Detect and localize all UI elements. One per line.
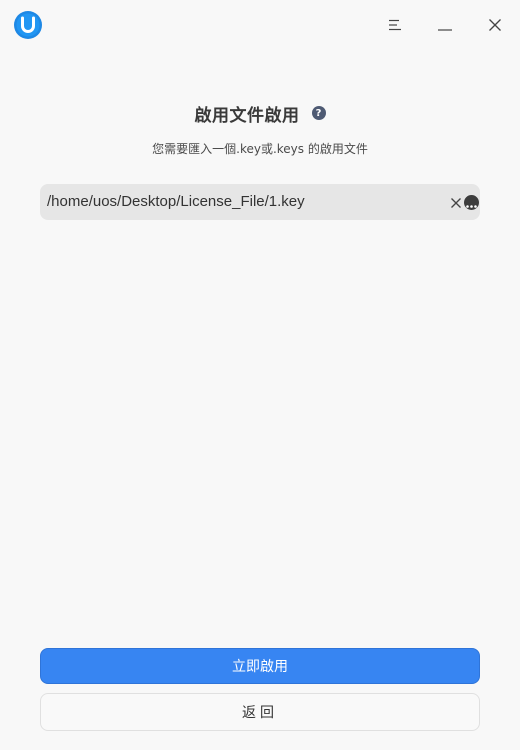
minimize-icon	[438, 16, 452, 35]
activate-now-button[interactable]: 立即啟用	[40, 648, 480, 684]
title-bar	[0, 0, 520, 50]
uos-logo-icon	[13, 10, 43, 40]
page-subtitle: 您需要匯入一個.key或.keys 的啟用文件	[152, 142, 368, 156]
back-button[interactable]: 返回	[40, 693, 480, 731]
menu-icon	[388, 16, 402, 35]
clear-path-button[interactable]	[448, 194, 464, 210]
close-button[interactable]	[480, 10, 510, 40]
clear-icon	[451, 193, 461, 212]
close-icon	[489, 16, 501, 35]
title-row: 啟用文件啟用 ?	[0, 100, 520, 126]
more-icon	[466, 193, 477, 212]
minimize-button[interactable]	[430, 10, 460, 40]
page-title: 啟用文件啟用	[194, 105, 300, 126]
license-path-field[interactable]: /home/uos/Desktop/License_File/1.key	[40, 184, 480, 220]
activation-window: 啟用文件啟用 ? 您需要匯入一個.key或.keys 的啟用文件 /home/u…	[0, 0, 520, 750]
browse-file-button[interactable]	[464, 195, 479, 210]
license-path-value[interactable]: /home/uos/Desktop/License_File/1.key	[47, 184, 305, 220]
menu-button[interactable]	[380, 10, 410, 40]
help-icon[interactable]: ?	[311, 106, 326, 120]
